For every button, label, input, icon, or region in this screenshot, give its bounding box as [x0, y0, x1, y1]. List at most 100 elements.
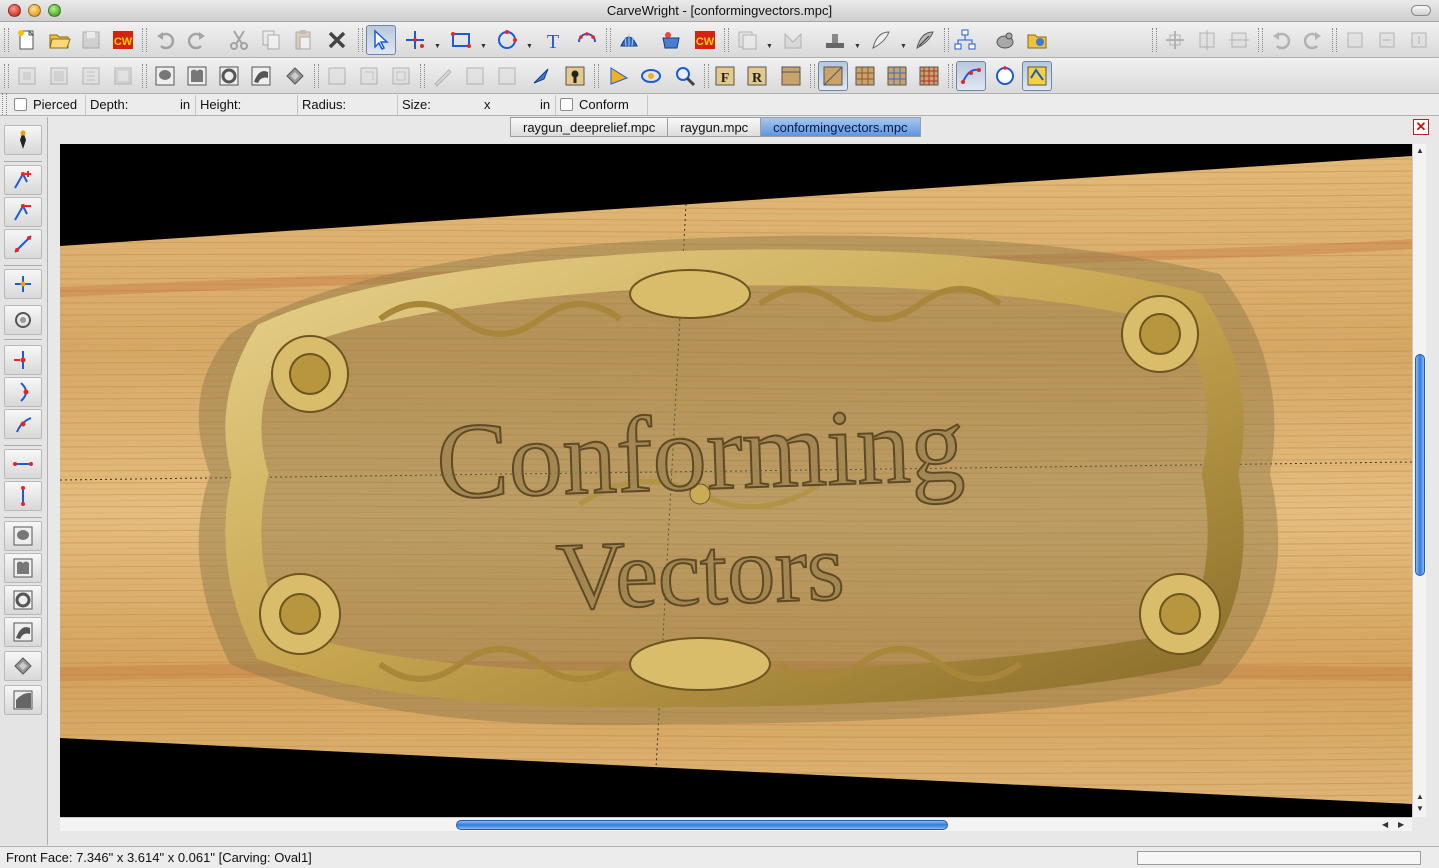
chevron-down-icon[interactable]: ▼: [526, 43, 533, 50]
window-close-button[interactable]: [8, 4, 21, 17]
shell-icon[interactable]: [614, 25, 644, 55]
scroll-left-icon[interactable]: ◀: [1382, 820, 1388, 829]
show-vectors-icon[interactable]: [956, 61, 986, 91]
scroll-up-icon[interactable]: ▲: [1416, 146, 1424, 155]
sweep-icon[interactable]: [246, 61, 276, 91]
raise-emboss-icon[interactable]: [150, 61, 180, 91]
remove-node-icon[interactable]: [4, 197, 42, 227]
close-document-icon[interactable]: ✕: [1413, 119, 1429, 135]
toolbar-grip[interactable]: [1152, 28, 1157, 52]
page-front-icon[interactable]: [76, 61, 106, 91]
vertical-scrollbar[interactable]: ▲ ▲ ▼: [1412, 144, 1426, 817]
toolbar-grip[interactable]: [1258, 28, 1263, 52]
curve-node-icon[interactable]: [4, 377, 42, 407]
folder-icon[interactable]: [1022, 25, 1052, 55]
surface-tool-icon[interactable]: [4, 685, 42, 715]
paste-icon[interactable]: [288, 25, 318, 55]
chisel-icon[interactable]: [526, 61, 556, 91]
toolbar-grip[interactable]: [4, 28, 9, 52]
toolbar-grip[interactable]: [142, 28, 147, 52]
tab-conformingvectors[interactable]: conformingvectors.mpc: [760, 117, 921, 137]
horizontal-line-icon[interactable]: [4, 449, 42, 479]
hand-icon[interactable]: [990, 25, 1020, 55]
mirror-x-icon[interactable]: [1372, 25, 1402, 55]
page-raise-icon[interactable]: [12, 61, 42, 91]
save-icon[interactable]: [76, 25, 106, 55]
toolbar-grip[interactable]: [704, 64, 709, 88]
align-x-icon[interactable]: [1224, 25, 1254, 55]
board-icon[interactable]: [776, 61, 806, 91]
bitmap-icon[interactable]: [492, 61, 522, 91]
merge-icon[interactable]: [386, 61, 416, 91]
checkbox-box[interactable]: [560, 98, 573, 111]
page-lower-icon[interactable]: [44, 61, 74, 91]
window-minimize-button[interactable]: [28, 4, 41, 17]
toolbar-grip[interactable]: [810, 64, 815, 88]
toolbar-grip[interactable]: [944, 28, 949, 52]
chevron-down-icon[interactable]: ▼: [480, 43, 487, 50]
line-node-icon[interactable]: [4, 345, 42, 375]
basket-icon[interactable]: [656, 25, 686, 55]
toolbar-grip[interactable]: [314, 64, 319, 88]
horizontal-scrollbar[interactable]: ◀ ▶: [60, 817, 1412, 831]
roundover-tool-icon[interactable]: [4, 585, 42, 615]
undo-icon[interactable]: [150, 25, 180, 55]
redo-icon[interactable]: [182, 25, 212, 55]
conform-checkbox[interactable]: Conform: [556, 95, 648, 115]
grid-snap-icon[interactable]: [882, 61, 912, 91]
node-edit-icon[interactable]: [400, 25, 430, 55]
scatter-icon[interactable]: [572, 25, 602, 55]
center-icon[interactable]: [1160, 25, 1190, 55]
toolbar-grip[interactable]: [4, 64, 9, 88]
scroll-right-icon[interactable]: ▶: [1398, 820, 1404, 829]
cw-red-icon[interactable]: CW: [690, 25, 720, 55]
cut-icon[interactable]: [224, 25, 254, 55]
cursor-select-icon[interactable]: [604, 61, 634, 91]
vertical-scroll-thumb[interactable]: [1415, 354, 1425, 576]
join-icon[interactable]: [4, 269, 42, 299]
wood-texture-icon[interactable]: [818, 61, 848, 91]
carving-canvas[interactable]: Conforming Vectors: [60, 144, 1412, 817]
toolbar-grip[interactable]: [724, 28, 729, 52]
target-icon[interactable]: [4, 305, 42, 335]
texture-tool-icon[interactable]: [4, 651, 42, 681]
shape-icon[interactable]: [778, 25, 808, 55]
rear-view-icon[interactable]: R: [742, 61, 772, 91]
pattern-icon[interactable]: [322, 61, 352, 91]
extrude-tool-icon[interactable]: [4, 553, 42, 583]
keyhole-icon[interactable]: [560, 61, 590, 91]
round-over-icon[interactable]: [214, 61, 244, 91]
page-back-icon[interactable]: [108, 61, 138, 91]
align-y-icon[interactable]: [1192, 25, 1222, 55]
grid-icon[interactable]: [850, 61, 880, 91]
pierced-checkbox[interactable]: Pierced: [10, 95, 86, 115]
vertical-line-icon[interactable]: [4, 481, 42, 511]
sweep-tool-icon[interactable]: [4, 617, 42, 647]
size-field[interactable]: Size: x in: [398, 95, 556, 115]
offset-icon[interactable]: [354, 61, 384, 91]
smooth-node-icon[interactable]: [4, 409, 42, 439]
select-arrow-icon[interactable]: [366, 25, 396, 55]
zoom-icon[interactable]: [670, 61, 700, 91]
open-file-icon[interactable]: [44, 25, 74, 55]
toolbar-grip[interactable]: [420, 64, 425, 88]
text-icon[interactable]: T: [538, 25, 568, 55]
checkbox-box[interactable]: [14, 98, 27, 111]
tree-icon[interactable]: [950, 25, 980, 55]
tab-raygun-deeprelief[interactable]: raygun_deeprelief.mpc: [510, 117, 668, 137]
break-node-icon[interactable]: [4, 229, 42, 259]
new-file-icon[interactable]: [12, 25, 42, 55]
toolbar-grip[interactable]: [142, 64, 147, 88]
copy-icon[interactable]: [256, 25, 286, 55]
scroll-up-icon[interactable]: ▲: [1416, 792, 1424, 801]
tab-raygun[interactable]: raygun.mpc: [667, 117, 761, 137]
rectangle-icon[interactable]: [446, 25, 476, 55]
cw-logo-icon[interactable]: CW: [108, 25, 138, 55]
delete-icon[interactable]: [322, 25, 352, 55]
extrude-icon[interactable]: [182, 61, 212, 91]
front-view-icon[interactable]: F: [710, 61, 740, 91]
emboss-tool-icon[interactable]: [4, 521, 42, 551]
chevron-down-icon[interactable]: ▼: [900, 43, 907, 50]
pen-icon[interactable]: [428, 61, 458, 91]
grid-fine-icon[interactable]: [914, 61, 944, 91]
